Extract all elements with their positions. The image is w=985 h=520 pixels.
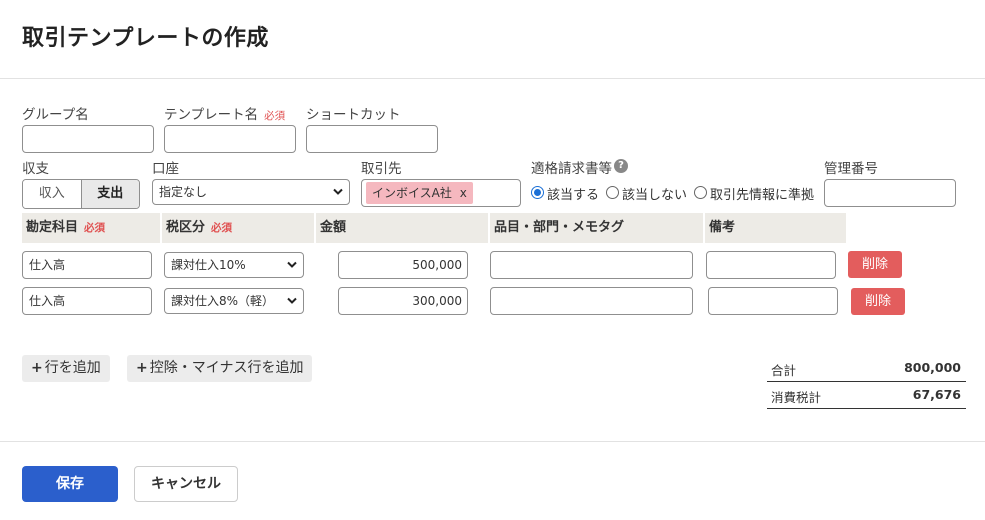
row1-account-input[interactable]: 仕入高 — [22, 251, 152, 279]
row1-items-input[interactable] — [490, 251, 693, 279]
radio-follow-partner-label: 取引先情報に準拠 — [710, 188, 815, 203]
summary-divider — [767, 408, 966, 409]
shortcut-label: ショートカット — [306, 107, 401, 123]
footer-divider — [0, 441, 985, 442]
chevron-down-icon — [287, 297, 297, 304]
row2-amount-input[interactable]: 300,000 — [338, 287, 468, 315]
plus-icon: + — [31, 360, 43, 376]
radio-not-applicable-label: 該当しない — [622, 188, 688, 203]
required-badge: 必須 — [264, 110, 286, 122]
management-no-label: 管理番号 — [824, 161, 878, 177]
row2-delete-button[interactable]: 削除 — [851, 288, 905, 315]
tag-remove-icon[interactable]: x — [460, 186, 467, 200]
summary-divider — [767, 381, 966, 382]
account-select[interactable]: 指定なし — [152, 179, 350, 205]
add-row-button[interactable]: + 行を追加 — [22, 355, 110, 382]
template-name-input[interactable] — [164, 125, 296, 153]
account-select-value: 指定なし — [159, 185, 208, 199]
partner-label: 取引先 — [361, 161, 402, 177]
type-expense-button[interactable]: 支出 — [81, 180, 139, 208]
plus-icon: + — [136, 360, 148, 376]
row1-tax-select[interactable]: 課対仕入10% — [164, 252, 304, 278]
total-label: 合計 — [771, 363, 797, 378]
row1-amount-input[interactable]: 500,000 — [338, 251, 468, 279]
save-button[interactable]: 保存 — [22, 466, 118, 502]
type-income-button[interactable]: 収入 — [23, 180, 82, 208]
row2-items-input[interactable] — [490, 287, 693, 315]
cancel-button[interactable]: キャンセル — [134, 466, 238, 502]
help-icon[interactable]: ? — [614, 159, 628, 173]
page-title: 取引テンプレートの作成 — [22, 26, 269, 51]
chevron-down-icon — [333, 188, 343, 195]
th-amount: 金額 — [316, 213, 488, 243]
chevron-down-icon — [287, 261, 297, 268]
invoice-label: 適格請求書等 — [531, 161, 612, 177]
management-no-input[interactable] — [824, 179, 956, 207]
account-label: 口座 — [152, 161, 179, 177]
th-tax: 税区分 必須 — [162, 213, 314, 243]
partner-tag: インボイスA社 x — [366, 182, 473, 204]
template-name-label: テンプレート名 必須 — [164, 107, 286, 123]
total-value: 800,000 — [904, 360, 961, 375]
add-deduction-row-button[interactable]: + 控除・マイナス行を追加 — [127, 355, 313, 382]
th-items: 品目・部門・メモタグ — [490, 213, 703, 243]
type-toggle: 収入 支出 — [22, 179, 140, 209]
radio-applicable-label: 該当する — [547, 188, 600, 203]
radio-not-applicable[interactable] — [606, 186, 619, 199]
shortcut-input[interactable] — [306, 125, 438, 153]
partner-input[interactable]: インボイスA社 x — [361, 179, 521, 207]
row2-note-input[interactable] — [708, 287, 838, 315]
header-divider — [0, 78, 985, 79]
radio-follow-partner[interactable] — [694, 186, 707, 199]
group-input[interactable] — [22, 125, 154, 153]
group-label: グループ名 — [22, 107, 89, 123]
th-note: 備考 — [705, 213, 846, 243]
radio-applicable[interactable] — [531, 186, 544, 199]
type-label: 収支 — [22, 161, 49, 177]
row2-account-input[interactable]: 仕入高 — [22, 287, 152, 315]
tax-total-value: 67,676 — [912, 387, 961, 402]
row1-note-input[interactable] — [706, 251, 836, 279]
row1-delete-button[interactable]: 削除 — [848, 251, 902, 278]
th-account: 勘定科目 必須 — [22, 213, 160, 243]
tax-total-label: 消費税計 — [771, 390, 822, 405]
row2-tax-select[interactable]: 課対仕入8%（軽） — [164, 288, 304, 314]
